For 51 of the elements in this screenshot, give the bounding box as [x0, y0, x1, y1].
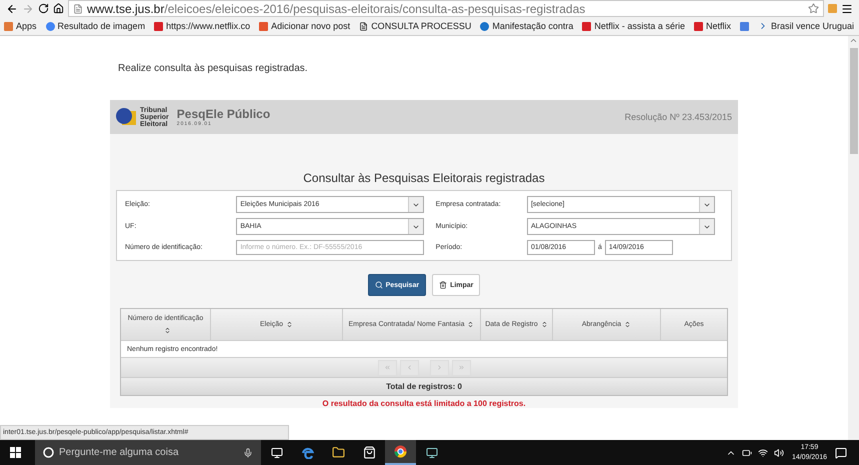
netflix-icon — [154, 22, 164, 30]
trash-icon — [439, 281, 448, 289]
cortana-circle-icon — [43, 447, 54, 458]
bookmark-item[interactable]: Apps — [4, 21, 37, 31]
netflix-icon — [582, 22, 592, 30]
bookmark-item[interactable]: Resultado de imagem — [46, 21, 146, 31]
bookmark-item[interactable]: https://www.netflix.co — [154, 21, 250, 31]
court-logo-icon — [116, 107, 136, 127]
scrollbar[interactable] — [848, 36, 859, 440]
battery-icon[interactable] — [742, 448, 752, 458]
limit-note: O resultado da consulta está limitado a 100 registros. — [321, 399, 527, 408]
microphone-icon — [243, 448, 253, 458]
notifications-icon[interactable] — [835, 446, 847, 458]
sort-icon — [540, 320, 548, 328]
bookmark-item[interactable]: Brasil vence Uruguai — [758, 21, 854, 31]
sort-icon — [624, 320, 632, 328]
volume-icon[interactable] — [774, 448, 784, 458]
bookmark-item[interactable] — [740, 22, 749, 30]
globe-icon — [480, 22, 490, 30]
app-title: PesqEle Público — [176, 107, 270, 121]
bookmark-item[interactable]: Manifestação contra — [480, 21, 574, 31]
star-icon[interactable] — [808, 3, 819, 14]
page-icon — [359, 22, 368, 30]
scroll-up-icon[interactable] — [849, 36, 858, 45]
bookmark-item[interactable]: Netflix — [694, 21, 731, 31]
apps-grid-icon — [4, 22, 13, 30]
netflix-icon — [694, 22, 703, 30]
home-icon[interactable] — [53, 3, 64, 14]
bookmark-item[interactable]: Adicionar novo post — [259, 21, 350, 31]
wifi-icon[interactable] — [758, 448, 768, 458]
resolution-text: Resolução Nº 23.453/2015 — [624, 112, 732, 122]
page-icon — [73, 4, 83, 14]
blog-icon — [259, 22, 268, 30]
address-bar[interactable]: www.tse.jus.br/eleicoes/eleicoes-2016/pesquisas-eleitorais/consulta-as-pesquisas-registradas — [68, 0, 824, 17]
bookmark-item[interactable]: Netflix - assista a série — [582, 21, 685, 31]
document-icon — [740, 22, 749, 30]
sort-icon — [286, 320, 293, 328]
sort-icon — [164, 327, 170, 334]
chrome-icon[interactable] — [385, 440, 416, 465]
sort-icon — [467, 320, 474, 328]
menu-icon[interactable] — [841, 2, 853, 14]
search-icon — [374, 281, 383, 289]
taskbar-search-field[interactable]: Pergunte-me alguma coisa — [35, 440, 261, 465]
google-icon — [46, 22, 55, 30]
reload-icon[interactable] — [38, 3, 49, 14]
form-title: Consultar às Pesquisas Eleitorais registradas — [302, 171, 546, 185]
scroll-thumb[interactable] — [850, 48, 858, 154]
bookmark-item[interactable]: CONSULTA PROCESSU — [359, 21, 472, 31]
back-icon[interactable] — [6, 2, 18, 14]
intro-text: Realize consulta às pesquisas registradas. — [118, 63, 309, 76]
total-records: Total de registros: 0 — [121, 377, 727, 395]
